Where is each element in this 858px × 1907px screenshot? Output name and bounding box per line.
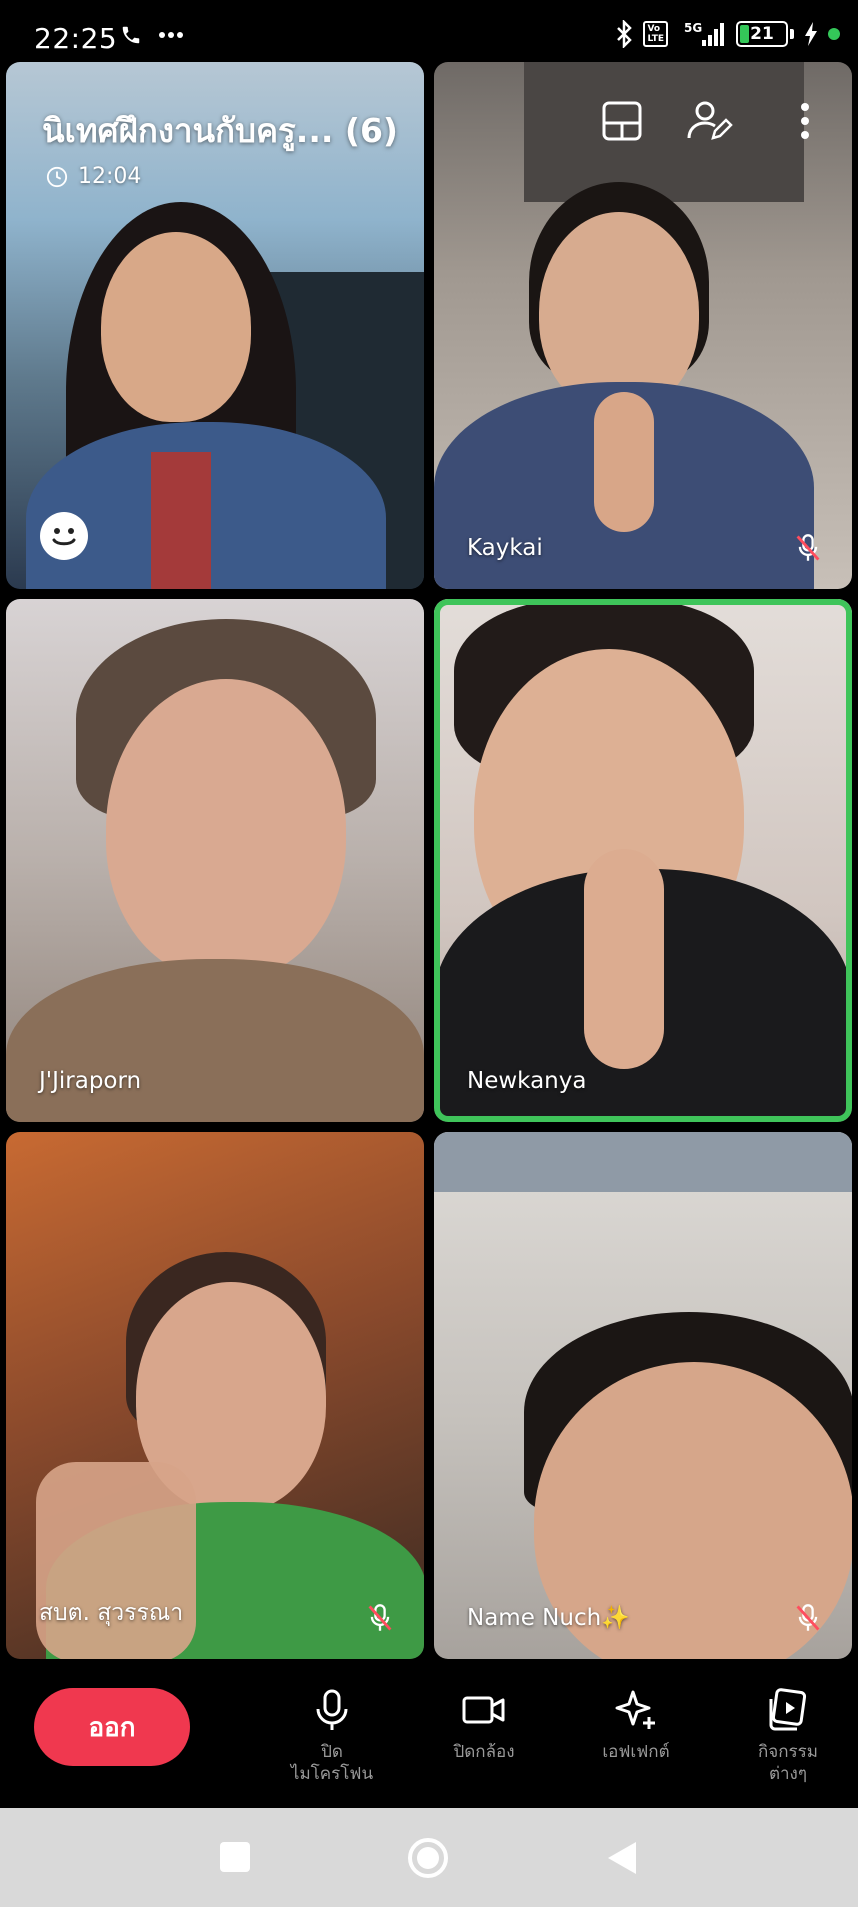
mic-label-line1: ปิด	[321, 1742, 343, 1762]
participant-name: สบต. สุวรรณา	[39, 1600, 184, 1626]
system-nav-bar	[0, 1808, 858, 1907]
activities-label-line1: กิจกรรม	[757, 1742, 818, 1762]
mute-mic-button[interactable]: ปิด ไมโครโฟน	[262, 1687, 402, 1785]
more-vertical-icon[interactable]	[780, 96, 830, 146]
more-dots-icon	[159, 32, 183, 38]
camera-label: ปิดกล้อง	[453, 1742, 515, 1762]
mic-off-icon	[796, 1604, 820, 1631]
signal-icon: 5G	[684, 21, 724, 46]
effects-label: เอฟเฟกต์	[602, 1742, 670, 1762]
call-controls: ออก ปิด ไมโครโฟน ปิดกล้อง เอฟเฟกต์ กิจกร…	[0, 1663, 858, 1808]
participant-tile-3[interactable]: J'Jiraporn	[6, 599, 424, 1122]
phone-icon	[122, 26, 140, 44]
mic-label-line2: ไมโครโฟน	[290, 1764, 374, 1784]
call-timer-text: 12:04	[78, 164, 142, 189]
participant-name: Newkanya	[467, 1068, 587, 1094]
battery-indicator: 21	[736, 21, 788, 47]
status-bar: 22:25 Vo LTE 5G 21	[0, 0, 858, 62]
participant-tile-4[interactable]: Newkanya	[434, 599, 852, 1122]
activities-button[interactable]: กิจกรรม ต่างๆ	[718, 1687, 858, 1785]
svg-text:5G: 5G	[684, 21, 702, 35]
manage-participants-icon[interactable]	[685, 96, 735, 146]
privacy-dot	[828, 28, 840, 40]
call-timer: 12:04	[46, 164, 141, 189]
charging-icon	[805, 22, 817, 46]
bluetooth-icon	[617, 20, 633, 48]
participant-tile-6[interactable]: Name Nuch✨	[434, 1132, 852, 1659]
status-time: 22:25	[34, 22, 118, 55]
activities-icon	[769, 1688, 807, 1731]
video-camera-icon	[462, 1696, 505, 1724]
clock-icon	[46, 166, 68, 187]
back-icon[interactable]	[604, 1840, 638, 1876]
leave-call-button[interactable]: ออก	[34, 1688, 190, 1766]
sparkle-icon	[615, 1690, 655, 1729]
participant-name: Kaykai	[467, 535, 543, 561]
smiley-icon	[52, 528, 76, 546]
home-icon[interactable]	[406, 1836, 450, 1880]
call-title: นิเทศฝึกงานกับครู... (6)	[42, 111, 399, 150]
camera-off-button[interactable]: ปิดกล้อง	[414, 1687, 554, 1763]
participant-face	[101, 232, 251, 422]
recent-apps-icon[interactable]	[218, 1840, 252, 1874]
battery-percent: 21	[750, 24, 774, 44]
layout-icon[interactable]	[597, 96, 647, 146]
participant-name: J'Jiraporn	[39, 1068, 142, 1094]
mic-off-icon	[368, 1604, 392, 1631]
volte-badge: Vo LTE	[643, 21, 668, 47]
participant-name: Name Nuch✨	[467, 1605, 630, 1631]
effects-button[interactable]: เอฟเฟกต์	[566, 1687, 706, 1763]
participant-face	[106, 679, 346, 979]
mic-off-icon	[796, 534, 820, 561]
activities-label-line2: ต่างๆ	[768, 1764, 807, 1784]
microphone-icon	[316, 1689, 348, 1730]
reaction-button[interactable]	[40, 512, 88, 560]
participant-tile-5[interactable]: สบต. สุวรรณา	[6, 1132, 424, 1659]
